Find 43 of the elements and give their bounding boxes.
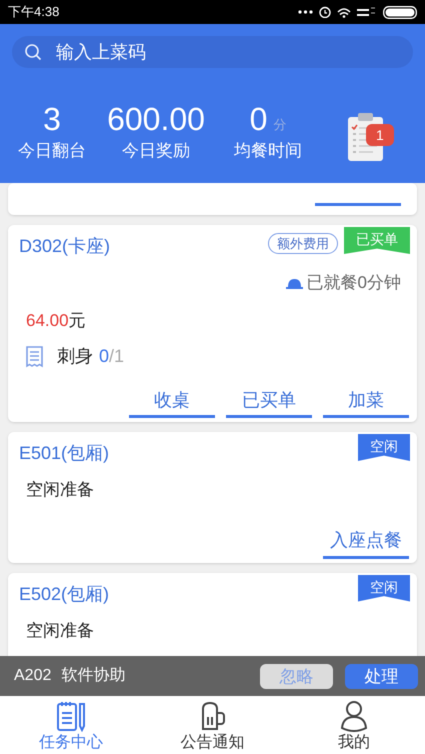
nav-tab[interactable]: 任务中心 [0,696,142,754]
handle-button[interactable]: 处理 [345,664,418,688]
alarm-clock-icon [319,6,331,18]
stat-label: 今日翻台 [18,140,86,162]
signal-icon [357,7,377,17]
action-button[interactable]: 入座点餐 [323,524,409,558]
stat-value: 3 [43,102,61,136]
table-name: E502(包厢) [19,582,110,606]
more-icon [298,10,313,14]
stat-value: 600.00 [107,102,205,136]
battery-icon [383,6,417,18]
receipt-icon [26,346,43,368]
order-amount: 64.00元 [25,310,87,332]
action-button[interactable]: 已买单 [226,384,312,418]
nav-tab[interactable]: 公告通知 [142,696,284,754]
notice-table: A202 [14,664,52,688]
notepad-pen-icon [56,700,86,732]
user-icon [340,700,368,732]
dish-count: 0/1 [99,345,124,368]
dish-name: 刺身 [57,345,93,368]
stat-value: 0 [250,102,268,136]
wifi-icon [337,6,351,18]
status-ribbon: 已买单 [344,227,410,254]
stat-label: 均餐时间 [234,140,302,162]
notice-text: 软件协助 [61,666,126,686]
task-badge: 1 [366,124,394,146]
table-name: D302(卡座) [19,235,110,258]
status-time: 下午4:38 [8,3,60,22]
extra-fee-tag: 额外费用 [268,233,338,254]
action-button[interactable]: 加菜 [323,384,409,418]
search-icon [24,43,42,61]
stat-unit: 分 [273,116,286,134]
search-field[interactable]: 输入上菜码 [12,36,413,68]
nav-tab[interactable]: 我的 [283,696,425,754]
table-note: 空闲准备 [25,620,95,642]
action-button[interactable]: 收桌 [129,384,215,418]
table-note: 空闲准备 [25,479,95,501]
service-bell-icon [286,276,303,289]
status-ribbon: 空闲 [358,574,410,602]
table-name: E501(包厢) [19,442,110,465]
dining-time: 已就餐0分钟 [306,272,401,294]
stat-label: 今日奖励 [122,140,190,162]
status-ribbon: 空闲 [358,434,410,461]
